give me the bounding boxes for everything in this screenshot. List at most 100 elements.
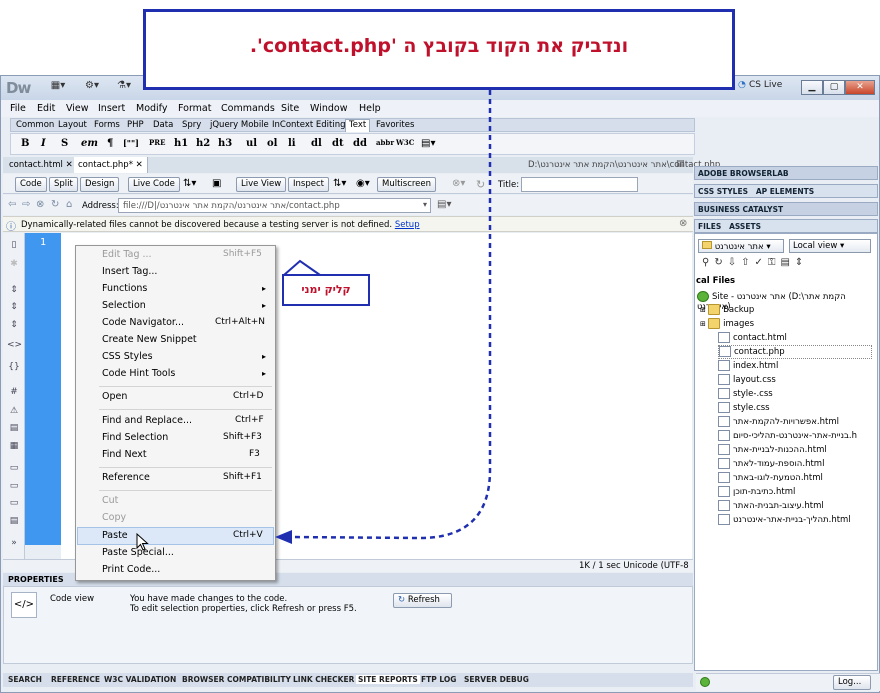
minimize-button[interactable]: ▁ — [801, 80, 823, 95]
file-management-icon[interactable]: ⇅▾ — [183, 178, 196, 189]
remove-comment-icon[interactable]: ▭ — [7, 481, 21, 493]
collapse-selection-icon[interactable]: ⇕ — [7, 302, 21, 314]
list-item[interactable]: index.html — [718, 360, 778, 374]
tab-favorites[interactable]: Favorites — [373, 120, 417, 130]
list-item[interactable]: ⊞ images — [700, 318, 754, 332]
layout-icon[interactable]: ▦▾ — [46, 80, 70, 94]
tab-forms[interactable]: Forms — [91, 120, 123, 130]
menu-item-find-selection[interactable]: Find Selection — [102, 432, 168, 447]
strong-button[interactable]: S — [61, 138, 68, 149]
collapse-tag-icon[interactable]: ⇕ — [7, 285, 21, 297]
highlight-invalid-icon[interactable]: ⚠ — [7, 406, 21, 418]
browserlab-panel[interactable]: ADOBE BROWSERLAB — [694, 166, 878, 180]
list-item[interactable]: style.css — [718, 402, 770, 416]
menu-modify[interactable]: Modify — [136, 103, 167, 114]
tab-incontext-editing[interactable]: InContext Editing — [269, 120, 349, 130]
log-button[interactable]: Log... — [833, 675, 871, 690]
italic-button[interactable]: I — [41, 138, 46, 149]
double-chevron-down-icon[interactable]: » — [7, 538, 21, 550]
inspect-button[interactable]: Inspect — [288, 177, 329, 192]
menu-item-code-hint-tools[interactable]: Code Hint Tools — [102, 368, 175, 383]
line-numbers-icon[interactable]: # — [7, 387, 21, 399]
list-item[interactable]: contact.html — [718, 332, 787, 346]
blockquote-button[interactable]: [""] — [123, 138, 139, 148]
list-item[interactable]: layout.css — [718, 374, 776, 388]
tab-ftp-log[interactable]: FTP LOG — [421, 675, 456, 684]
menu-item-paste[interactable]: Paste — [102, 530, 128, 545]
list-item[interactable]: הטמעת-לוגו-באתר.html — [718, 472, 823, 486]
live-view-icon[interactable]: ▣ — [212, 178, 221, 189]
refresh-icon[interactable]: ↻ — [51, 199, 59, 210]
check-icon[interactable]: ⊗▾ — [452, 178, 465, 189]
list-item[interactable]: תהליך-בניית-אתר-אינטרנט.html — [718, 514, 851, 528]
auto-indent-icon[interactable]: ▦ — [7, 441, 21, 453]
li-button[interactable]: li — [288, 138, 296, 149]
menu-item-cut[interactable]: Cut — [102, 495, 118, 510]
menu-item-find-next[interactable]: Find Next — [102, 449, 147, 464]
w3c-button[interactable]: W3C — [396, 138, 414, 147]
forward-icon[interactable]: ⇨ — [22, 199, 30, 210]
view-select[interactable]: Local view ▾ — [789, 239, 871, 253]
site-select[interactable]: אתר אינטרנט ▾ — [698, 239, 784, 253]
list-item[interactable]: עיצוב-תבנית-האתר.html — [718, 500, 824, 514]
files-toolbar-icons[interactable]: ⚲↻⇩⇧✓⚿▤⇕ — [702, 257, 872, 268]
paragraph-button[interactable]: ¶ — [107, 138, 113, 149]
characters-icon[interactable]: ▤▾ — [421, 138, 435, 149]
preview-icon[interactable]: ⇅▾ — [333, 178, 346, 189]
close-icon[interactable]: ⊗ — [679, 218, 687, 229]
menu-site[interactable]: Site — [281, 103, 299, 114]
live-code-button[interactable]: Live Code — [128, 177, 180, 192]
menu-item-insert-tag[interactable]: Insert Tag... — [102, 266, 157, 281]
tab-layout[interactable]: Layout — [55, 120, 90, 130]
h2-button[interactable]: h2 — [196, 138, 210, 149]
list-item[interactable]: הוספת-עמוד-לאתר.html — [718, 458, 824, 472]
pre-button[interactable]: PRE — [149, 138, 165, 147]
split-view-button[interactable]: Split — [49, 177, 78, 192]
menu-item-reference[interactable]: Reference — [102, 472, 150, 487]
menu-item-open[interactable]: Open — [102, 391, 127, 406]
chevron-down-icon[interactable]: ▾ — [423, 200, 427, 209]
tab-css-styles[interactable]: CSS STYLES — [698, 187, 748, 196]
doc-tab-contact-php[interactable]: contact.php* ✕ — [74, 157, 148, 173]
live-view-button[interactable]: Live View — [236, 177, 287, 192]
design-view-button[interactable]: Design — [80, 177, 120, 192]
h3-button[interactable]: h3 — [218, 138, 232, 149]
menu-insert[interactable]: Insert — [98, 103, 125, 114]
tab-link-checker[interactable]: LINK CHECKER — [293, 675, 354, 684]
site-root-row[interactable]: Site - אתר אינטרנט (D:\הקמת אתר אינטרנט) — [697, 291, 880, 312]
menu-item-code-navigator[interactable]: Code Navigator... — [102, 317, 184, 332]
select-parent-tag-icon[interactable]: <> — [7, 340, 22, 352]
list-item[interactable]: כתיבת-תוכן.html — [718, 486, 795, 500]
tab-browser-compatibility[interactable]: BROWSER COMPATIBILITY — [182, 675, 291, 684]
address-input[interactable]: file:///D|/אתר אינטרנט/הקמת אתר אינטרנט/… — [118, 198, 431, 213]
dl-button[interactable]: dl — [311, 138, 322, 149]
em-button[interactable]: em — [81, 138, 98, 149]
tab-server-debug[interactable]: SERVER DEBUG — [464, 675, 529, 684]
list-item[interactable]: contact.php — [718, 345, 872, 359]
tab-common[interactable]: Common — [13, 120, 57, 130]
tab-search[interactable]: SEARCH — [8, 675, 42, 684]
stop-icon[interactable]: ⊗ — [36, 199, 44, 210]
show-code-navigator-icon[interactable]: ✱ — [7, 259, 21, 271]
ol-button[interactable]: ol — [267, 138, 277, 149]
list-item[interactable]: ⊞ Backup — [700, 304, 754, 318]
refresh-icon[interactable]: ↻ — [476, 178, 485, 191]
setup-link[interactable]: Setup — [395, 220, 420, 230]
menu-view[interactable]: View — [66, 103, 89, 114]
list-item[interactable]: ההכנות-לבניית-אתר.html — [718, 444, 827, 458]
balance-braces-icon[interactable]: {} — [7, 362, 21, 374]
close-icon[interactable]: ✕ — [136, 160, 143, 170]
code-view-button[interactable]: Code — [15, 177, 47, 192]
multiscreen-button[interactable]: Multiscreen — [377, 177, 437, 192]
tab-ap-elements[interactable]: AP ELEMENTS — [756, 187, 814, 196]
menu-item-functions[interactable]: Functions — [102, 283, 147, 298]
wrap-tag-icon[interactable]: ▭ — [7, 498, 21, 510]
h1-button[interactable]: h1 — [174, 138, 188, 149]
title-input[interactable] — [521, 177, 638, 192]
syntax-coloring-icon[interactable]: ▤ — [7, 423, 21, 435]
tab-jquery-mobile[interactable]: jQuery Mobile — [207, 120, 272, 130]
tab-w3c-validation[interactable]: W3C VALIDATION — [104, 675, 176, 684]
ul-button[interactable]: ul — [246, 138, 257, 149]
maximize-button[interactable]: ▢ — [823, 80, 845, 95]
menu-help[interactable]: Help — [359, 103, 381, 114]
